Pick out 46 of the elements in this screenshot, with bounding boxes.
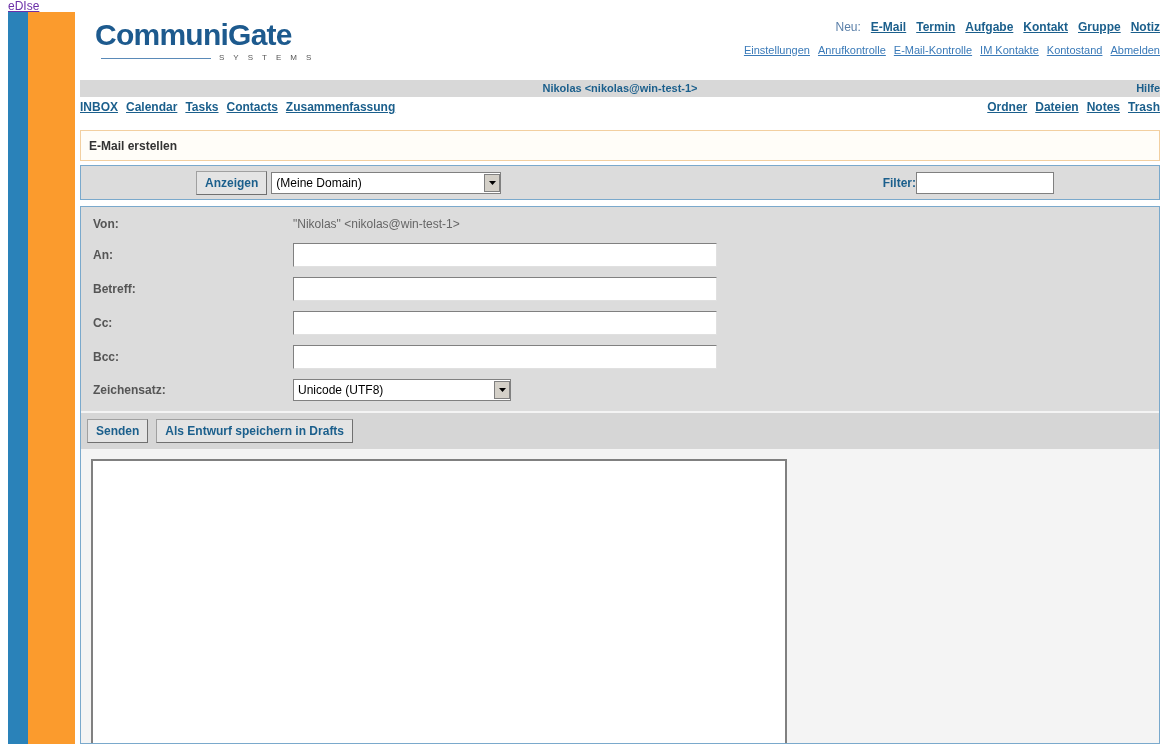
new-label: Neu: xyxy=(835,19,861,36)
account-link[interactable]: Einstellungen xyxy=(743,42,810,59)
input-field[interactable] xyxy=(293,243,717,267)
link[interactable]: eDIse xyxy=(8,0,40,13)
message-body-field[interactable] xyxy=(91,459,787,743)
field-label: Cc: xyxy=(93,315,114,332)
account-link[interactable]: Kontostand xyxy=(1046,42,1103,59)
input-field[interactable] xyxy=(293,345,717,369)
input-field[interactable] xyxy=(293,277,717,301)
help-link[interactable]: Hilfe xyxy=(1136,80,1160,97)
field-label: Bcc: xyxy=(93,349,120,366)
new-item-link[interactable]: Gruppe xyxy=(1078,18,1121,36)
nav-link[interactable]: Notes xyxy=(1086,98,1120,116)
sender-address: "Nikolas" <nikolas@win-test-1> xyxy=(293,216,460,233)
nav-link[interactable]: Dateien xyxy=(1035,98,1079,116)
new-item-link[interactable]: E-Mail xyxy=(870,18,907,36)
field-label: Betreff: xyxy=(93,281,137,298)
account-link[interactable]: IM Kontakte xyxy=(980,42,1039,59)
new-item-link[interactable]: Termin xyxy=(916,18,956,36)
nav-link[interactable]: Zusammenfassung xyxy=(285,98,396,116)
input-field[interactable] xyxy=(293,311,717,335)
new-item-link[interactable]: Notiz xyxy=(1130,18,1160,36)
new-item-link[interactable]: Kontakt xyxy=(1023,18,1068,36)
new-item-link[interactable]: Aufgabe xyxy=(965,18,1014,36)
form-button[interactable]: Senden xyxy=(87,419,149,443)
field-label: Zeichensatz: xyxy=(93,382,167,399)
form-button[interactable]: Anzeigen xyxy=(196,170,268,195)
account-link[interactable]: E-Mail-Kontrolle xyxy=(893,42,973,59)
form-button[interactable]: Als Entwurf speichern in Drafts xyxy=(156,419,354,443)
nav-link[interactable]: Contacts xyxy=(226,98,278,116)
nav-link[interactable]: Calendar xyxy=(126,98,178,116)
field-label: Von: xyxy=(93,216,120,233)
user-name: Nikolas <nikolas@win-test-1> xyxy=(542,81,698,97)
nav-link[interactable]: Trash xyxy=(1128,98,1160,116)
filter-field[interactable] xyxy=(916,171,1054,194)
filter-label: Filter: xyxy=(882,174,916,192)
nav-link[interactable]: Tasks xyxy=(185,98,219,116)
field-label: An: xyxy=(93,247,114,264)
account-link[interactable]: Abmelden xyxy=(1110,42,1160,59)
logo: CommuniGate SYSTEMS xyxy=(95,18,321,64)
nav-link[interactable]: INBOX xyxy=(80,98,118,116)
account-link[interactable]: Anrufkontrolle xyxy=(817,42,886,59)
nav-link[interactable]: Ordner xyxy=(987,98,1028,116)
dropdown-select[interactable]: Unicode (UTF8) xyxy=(293,379,511,401)
page-title: E-Mail erstellen xyxy=(89,137,178,155)
dropdown-select[interactable]: (Meine Domain) xyxy=(271,171,502,194)
